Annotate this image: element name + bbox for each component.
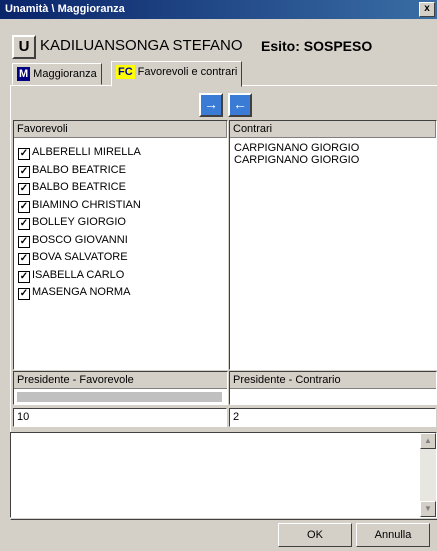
- checkbox-checked-icon[interactable]: ✓: [18, 253, 30, 265]
- checkbox-checked-icon[interactable]: ✓: [18, 270, 30, 283]
- scroll-up-icon[interactable]: ▲: [420, 433, 436, 449]
- checkbox-checked-icon[interactable]: ✓: [18, 218, 30, 230]
- list-item[interactable]: ✓ BIAMINO CHRISTIAN: [14, 197, 227, 215]
- checkbox-checked-icon[interactable]: ✓: [18, 235, 30, 248]
- ok-button[interactable]: OK: [278, 523, 352, 547]
- annulla-button[interactable]: Annulla: [356, 523, 430, 547]
- favorevoli-list[interactable]: Favorevoli ✓ ALBERELLI MIRELLA ✓ BALBO BEA…: [13, 120, 228, 370]
- list-item[interactable]: ✓ BALBO BEATRICE: [14, 179, 227, 197]
- tab-label: Favorevoli e contrari: [137, 66, 238, 78]
- move-left-button[interactable]: ←: [228, 93, 252, 117]
- notes-textarea[interactable]: ▲ ▼: [10, 432, 437, 518]
- checkbox-checked-icon[interactable]: ✓: [18, 183, 30, 195]
- presidente-contrario-header: Presidente - Contrario: [230, 372, 436, 389]
- candidate-name: KADILUANSONGA STEFANO: [40, 37, 243, 54]
- checkbox-checked-icon[interactable]: ✓: [18, 288, 30, 300]
- vertical-scrollbar[interactable]: ▲ ▼: [420, 433, 436, 517]
- fc-icon: FC: [116, 65, 135, 79]
- list-item[interactable]: ✓ BOLLEY GIORGIO: [14, 214, 227, 232]
- favorevoli-header[interactable]: Favorevoli: [14, 121, 227, 138]
- favorevoli-count: 10: [13, 408, 227, 427]
- contrari-count: 2: [229, 408, 436, 427]
- close-icon: x: [424, 3, 430, 14]
- move-right-button[interactable]: →: [199, 93, 223, 117]
- tab-maggioranza[interactable]: M Maggioranza: [12, 63, 102, 85]
- list-item[interactable]: ✓ BALBO BEATRICE: [14, 162, 227, 180]
- result-status: Esito: SOSPESO: [261, 38, 373, 54]
- unanimity-badge: U: [12, 35, 36, 59]
- list-item[interactable]: CARPIGNANO GIORGIO: [230, 154, 436, 166]
- tab-favorevoli-contrari[interactable]: FC Favorevoli e contrari: [111, 61, 243, 87]
- checkbox-checked-icon[interactable]: ✓: [18, 148, 30, 160]
- tab-label: Maggioranza: [33, 68, 97, 80]
- list-item[interactable]: ✓ MASENGA NORMA: [14, 284, 227, 302]
- contrari-header[interactable]: Contrari: [230, 121, 436, 138]
- window-title: Unamità \ Maggioranza: [5, 3, 125, 15]
- presidente-favorevole-box[interactable]: Presidente - Favorevole: [13, 371, 228, 405]
- presidente-favorevole-row[interactable]: [17, 392, 222, 402]
- list-item[interactable]: ✓ BOVA SALVATORE: [14, 249, 227, 267]
- close-button[interactable]: x: [419, 2, 435, 17]
- presidente-favorevole-header: Presidente - Favorevole: [14, 372, 227, 389]
- arrow-left-icon: ←: [233, 96, 247, 112]
- arrow-right-icon: →: [204, 96, 218, 112]
- list-item[interactable]: ✓ ALBERELLI MIRELLA: [14, 144, 227, 162]
- list-item[interactable]: ✓ ISABELLA CARLO: [14, 267, 227, 285]
- scroll-down-icon[interactable]: ▼: [420, 501, 436, 517]
- checkbox-checked-icon[interactable]: ✓: [18, 165, 30, 178]
- list-item[interactable]: ✓ BOSCO GIOVANNI: [14, 232, 227, 250]
- contrari-list[interactable]: Contrari CARPIGNANO GIORGIO CARPIGNANO G…: [229, 120, 437, 370]
- maggioranza-icon: M: [17, 67, 31, 81]
- checkbox-checked-icon[interactable]: ✓: [18, 200, 30, 213]
- list-item[interactable]: CARPIGNANO GIORGIO: [230, 142, 436, 154]
- presidente-contrario-box[interactable]: Presidente - Contrario: [229, 371, 437, 405]
